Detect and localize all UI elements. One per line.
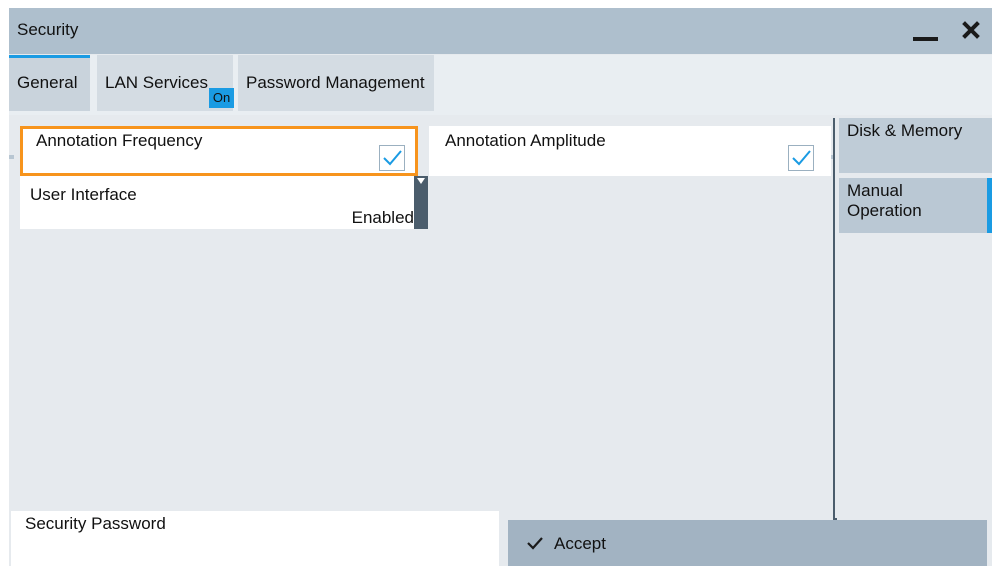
side-nav-manual-operation[interactable]: Manual Operation <box>839 178 992 233</box>
checkmark-icon <box>383 150 402 166</box>
annotation-frequency-label: Annotation Frequency <box>36 131 203 150</box>
tab-bar: General LAN Services On Password Managem… <box>9 55 992 159</box>
tab-lan-services[interactable]: LAN Services On <box>97 55 234 111</box>
checkmark-icon <box>527 537 543 550</box>
user-interface-label: User Interface <box>30 185 137 204</box>
tab-password-management[interactable]: Password Management <box>238 55 434 111</box>
security-password-label: Security Password <box>25 514 166 533</box>
dropdown-arrow-icon[interactable] <box>414 176 428 229</box>
accept-label: Accept <box>554 534 606 553</box>
security-password-field[interactable]: Security Password <box>11 511 499 566</box>
user-interface-value: Enabled <box>351 208 414 227</box>
tab-password-management-label: Password Management <box>246 73 425 92</box>
security-dialog: Security General LAN Services On Passwor… <box>9 8 992 566</box>
security-password-input[interactable] <box>25 539 489 565</box>
tab-general[interactable]: General <box>9 55 90 111</box>
tab-lan-services-label: LAN Services <box>105 73 208 92</box>
annotation-frequency-checkbox[interactable] <box>379 145 405 171</box>
side-nav: Disk & Memory Manual Operation <box>835 118 992 518</box>
annotation-amplitude-field[interactable]: Annotation Amplitude <box>429 126 831 176</box>
close-icon[interactable] <box>955 14 987 46</box>
minimize-icon[interactable] <box>913 37 938 41</box>
annotation-frequency-field[interactable]: Annotation Frequency <box>20 126 418 176</box>
user-interface-dropdown[interactable]: User Interface Enabled <box>20 176 428 229</box>
selection-indicator <box>987 178 992 233</box>
annotation-amplitude-label: Annotation Amplitude <box>445 131 606 150</box>
accept-button[interactable]: Accept <box>508 520 987 566</box>
checkmark-icon <box>792 150 811 166</box>
dialog-title: Security <box>17 20 79 39</box>
title-bar: Security <box>9 8 992 54</box>
general-panel: Annotation Frequency Annotation Amplitud… <box>14 118 831 518</box>
lan-status-badge: On <box>209 88 234 108</box>
annotation-amplitude-checkbox[interactable] <box>788 145 814 171</box>
side-nav-disk-memory-label: Disk & Memory <box>847 121 963 140</box>
side-nav-disk-memory[interactable]: Disk & Memory <box>839 118 992 173</box>
tab-general-label: General <box>17 73 78 92</box>
side-nav-manual-operation-label: Manual Operation <box>847 181 922 220</box>
